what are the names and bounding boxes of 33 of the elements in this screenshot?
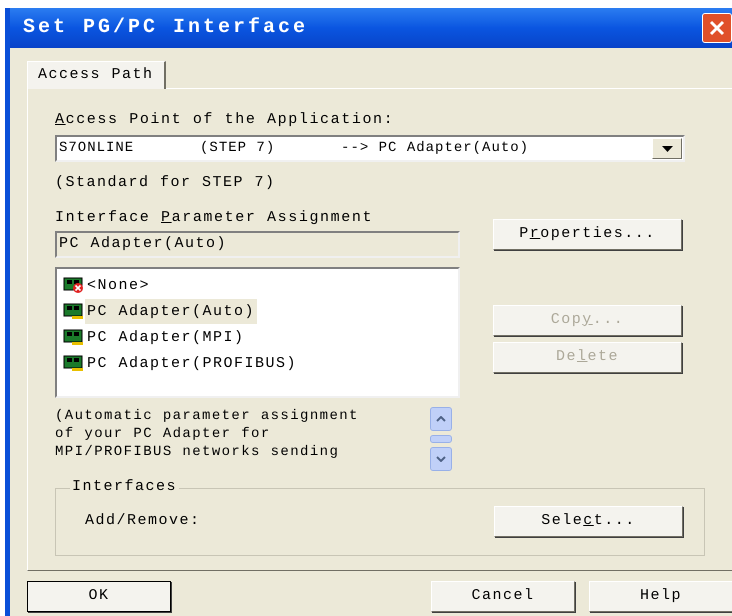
dialog-button[interactable]: OK	[27, 581, 171, 612]
assignment-field: PC Adapter(Auto)	[55, 230, 460, 258]
scroll-up-button[interactable]	[430, 406, 452, 430]
add-remove-label: Add/Remove:	[85, 511, 202, 532]
field-label: Access Point of the Application:	[55, 111, 396, 129]
interface-list-item[interactable]: PC Adapter(PROFIBUS)	[63, 350, 458, 376]
access-point-note: (Standard for STEP 7)	[55, 173, 277, 193]
network-card-icon	[63, 329, 85, 346]
chevron-up-icon	[436, 416, 446, 422]
interface-list-item[interactable]: PC Adapter(Auto)	[63, 298, 458, 324]
select-button[interactable]: Selec t...	[494, 506, 683, 537]
side-button[interactable]: P r operties...	[493, 218, 682, 250]
scrollbar[interactable]	[430, 406, 452, 470]
dropdown-arrow-button[interactable]	[652, 138, 682, 159]
dialog-button[interactable]: Help	[589, 581, 732, 612]
description-text: (Automatic parameter assignment of your PC Adapter for MPI/PROFIBUS networks sending	[55, 406, 360, 462]
access-point-dropdown[interactable]: S7ONLINE (STEP 7) --> PC Adapter(Auto)	[55, 135, 685, 162]
caret-icon	[662, 146, 672, 152]
network-card-icon	[63, 303, 85, 320]
chevron-down-icon	[436, 456, 446, 462]
dialog-button[interactable]: Cancel	[431, 581, 575, 612]
dropdown-value: S7ONLINE (STEP 7) --> PC Adapter(Auto)	[59, 139, 530, 158]
interface-list-item[interactable]: PC Adapter(MPI)	[63, 324, 458, 350]
scroll-thumb[interactable]	[430, 434, 452, 442]
scroll-down-button[interactable]	[430, 446, 452, 470]
tab[interactable]: Access Path	[27, 61, 166, 89]
disconnected-card-icon	[63, 277, 85, 294]
network-card-icon	[63, 355, 85, 372]
field-label: Interface Parameter Assignment	[55, 208, 374, 226]
interface-list-item[interactable]: <None>	[63, 272, 458, 298]
close-icon	[709, 20, 725, 36]
window-title: Set PG/PC Interface	[23, 15, 310, 41]
close-button[interactable]	[702, 13, 732, 43]
